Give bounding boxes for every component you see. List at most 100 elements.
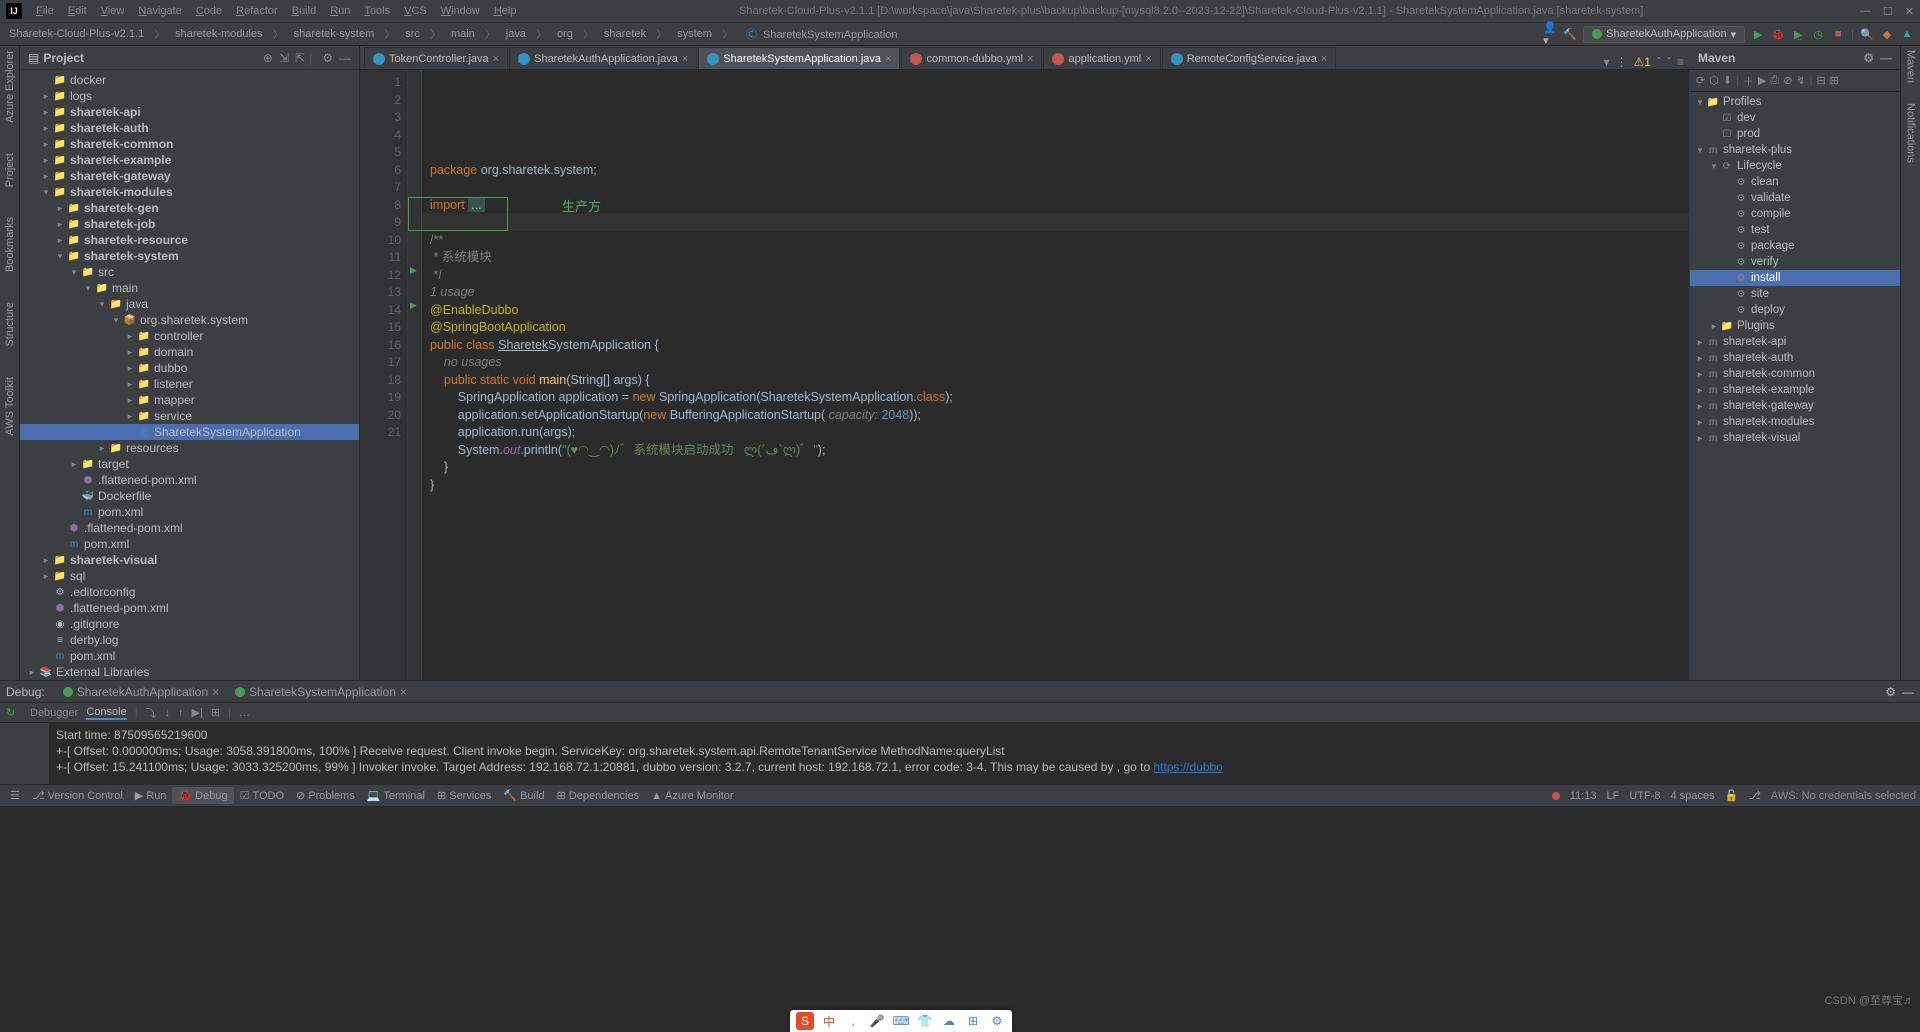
maven-item[interactable]: ▸msharetek-visual (1690, 430, 1900, 446)
rerun-icon[interactable]: ↻ (6, 706, 15, 719)
maximize-icon[interactable]: ☐ (1883, 5, 1893, 18)
down-icon[interactable]: ˇ (1667, 55, 1671, 69)
menu-file[interactable]: File (30, 3, 60, 19)
debug-icon[interactable]: 🐞 (1771, 27, 1785, 41)
left-tab-azure-explorer[interactable]: Azure Explorer (4, 50, 16, 123)
tree-item[interactable]: ▸📁domain (20, 344, 359, 360)
editor-tab[interactable]: SharetekAuthApplication.java× (509, 47, 697, 69)
left-tab-project[interactable]: Project (4, 153, 16, 187)
maven-item[interactable]: ▾📁Profiles (1690, 94, 1900, 110)
tree-item[interactable]: ▸📁service (20, 408, 359, 424)
editor-tab[interactable]: RemoteConfigService.java× (1162, 47, 1337, 69)
breadcrumb-item[interactable]: sharetek-system (291, 27, 378, 41)
maven-item[interactable]: ▸msharetek-auth (1690, 350, 1900, 366)
tree-item[interactable]: ⬢.flattened-pom.xml (20, 520, 359, 536)
tree-item[interactable]: ▸📁sharetek-job (20, 216, 359, 232)
close-icon[interactable]: × (493, 53, 499, 65)
tree-item[interactable]: ▸📁sharetek-visual (20, 552, 359, 568)
maven-item[interactable]: ▸msharetek-api (1690, 334, 1900, 350)
console-gutter[interactable] (0, 723, 50, 784)
tree-item[interactable]: ▸📁dubbo (20, 360, 359, 376)
statusbar-debug[interactable]: 🐞Debug (172, 787, 233, 804)
evaluate-icon[interactable]: ⊞ (211, 706, 220, 719)
ime-punct-icon[interactable]: , (844, 1012, 862, 1030)
more-tabs-icon[interactable]: ▾ (1604, 55, 1610, 69)
gear-icon[interactable]: ⚙ (322, 51, 333, 65)
console-output[interactable]: Start time: 87509565219600+-[ Offset: 0.… (0, 723, 1920, 784)
ime-gear-icon[interactable]: ⚙ (988, 1012, 1006, 1030)
breadcrumb-item[interactable]: src (402, 27, 423, 41)
azure-icon[interactable]: ▲ (1900, 27, 1914, 41)
maven-item[interactable]: ▸msharetek-common (1690, 366, 1900, 382)
tree-item[interactable]: ▸📁logs (20, 88, 359, 104)
tree-item[interactable]: 🐳Dockerfile (20, 488, 359, 504)
list-icon[interactable]: ≡ (1677, 55, 1684, 69)
tree-item[interactable]: ▾📁src (20, 264, 359, 280)
maven-item[interactable]: ⚙test (1690, 222, 1900, 238)
tree-item[interactable]: ▸📁sharetek-gateway (20, 168, 359, 184)
breadcrumb-item[interactable]: Sharetek-Cloud-Plus-v2.1.1 (6, 27, 147, 41)
project-tree[interactable]: 📁docker▸📁logs▸📁sharetek-api▸📁sharetek-au… (20, 70, 359, 680)
tabs-menu-icon[interactable]: ⋮ (1616, 55, 1628, 69)
gear-icon[interactable]: ⚙ (1885, 685, 1896, 699)
left-tab-structure[interactable]: Structure (4, 302, 16, 347)
statusbar-terminal[interactable]: 💻Terminal (361, 787, 431, 804)
maven-item[interactable]: ⚙clean (1690, 174, 1900, 190)
execute-icon[interactable]: ⎙ (1770, 74, 1779, 87)
hide-icon[interactable]: — (1902, 685, 1914, 699)
menu-run[interactable]: Run (324, 3, 356, 19)
menu-tools[interactable]: Tools (358, 3, 396, 19)
run-gutter-icon[interactable]: ▶ (410, 265, 417, 276)
console-tab[interactable]: Console (86, 706, 126, 720)
ime-toolbar[interactable]: S 中 , 🎤 ⌨ 👕 ☁ ⊞ ⚙ (790, 1010, 1012, 1032)
hide-icon[interactable]: — (339, 51, 351, 65)
hide-icon[interactable]: — (1880, 51, 1892, 65)
ime-mic-icon[interactable]: 🎤 (868, 1012, 886, 1030)
breadcrumb-item[interactable]: system (674, 27, 715, 41)
menu-vcs[interactable]: VCS (398, 3, 433, 19)
tree-item[interactable]: ▸📁controller (20, 328, 359, 344)
ime-cloud-icon[interactable]: ☁ (940, 1012, 958, 1030)
tree-item[interactable]: ▾📦org.sharetek.system (20, 312, 359, 328)
tree-item[interactable]: ⬢.flattened-pom.xml (20, 472, 359, 488)
tree-item[interactable]: ▸📁sharetek-resource (20, 232, 359, 248)
menu-refactor[interactable]: Refactor (230, 3, 284, 19)
up-icon[interactable]: ˆ (1657, 55, 1661, 69)
maven-item[interactable]: ▾msharetek-plus (1690, 142, 1900, 158)
menu-edit[interactable]: Edit (62, 3, 93, 19)
reload-icon[interactable]: ⟳ (1696, 74, 1705, 87)
close-icon[interactable]: × (1321, 53, 1327, 65)
step-out-icon[interactable]: ↑ (178, 707, 184, 719)
search-icon[interactable]: 🔍 (1860, 27, 1874, 41)
expand-icon[interactable]: ⇲ (279, 51, 289, 65)
step-over-icon[interactable]: ⤵ (146, 705, 157, 721)
project-view-icon[interactable]: ▤ (28, 51, 39, 65)
ime-shirt-icon[interactable]: 👕 (916, 1012, 934, 1030)
resume-icon[interactable]: ▶| (192, 706, 203, 719)
tree-item[interactable]: ▸📁mapper (20, 392, 359, 408)
tree-item[interactable]: ▸📁sharetek-auth (20, 120, 359, 136)
tree-item[interactable]: ▸📁target (20, 456, 359, 472)
statusbar-run[interactable]: ▶Run (129, 787, 173, 804)
maven-item[interactable]: ⚙deploy (1690, 302, 1900, 318)
statusbar-todo[interactable]: ☑TODO (234, 787, 290, 804)
tree-item[interactable]: ⚙.editorconfig (20, 584, 359, 600)
run-icon[interactable]: ▶ (1751, 27, 1765, 41)
editor-tab[interactable]: TokenController.java× (364, 47, 508, 69)
menu-navigate[interactable]: Navigate (132, 3, 187, 19)
tree-item[interactable]: ⬢.flattened-pom.xml (20, 600, 359, 616)
close-icon[interactable]: × (1145, 53, 1151, 65)
left-tab-bookmarks[interactable]: Bookmarks (4, 217, 16, 272)
statusbar-services[interactable]: ⊞Services (431, 787, 497, 804)
menu-code[interactable]: Code (190, 3, 228, 19)
maven-item[interactable]: ⚙site (1690, 286, 1900, 302)
tree-item[interactable]: ▸📚External Libraries (20, 664, 359, 680)
tree-item[interactable]: ▾📁sharetek-system (20, 248, 359, 264)
tree-item[interactable]: ◉.gitignore (20, 616, 359, 632)
statusbar-problems[interactable]: ⊘Problems (290, 787, 361, 804)
coverage-icon[interactable]: ▶̤ (1791, 27, 1805, 41)
step-into-icon[interactable]: ↓ (165, 707, 171, 719)
ime-lang-icon[interactable]: 中 (820, 1012, 838, 1030)
analyze-icon[interactable]: ⊞ (1830, 74, 1839, 87)
tree-item[interactable]: ▸📁sharetek-api (20, 104, 359, 120)
